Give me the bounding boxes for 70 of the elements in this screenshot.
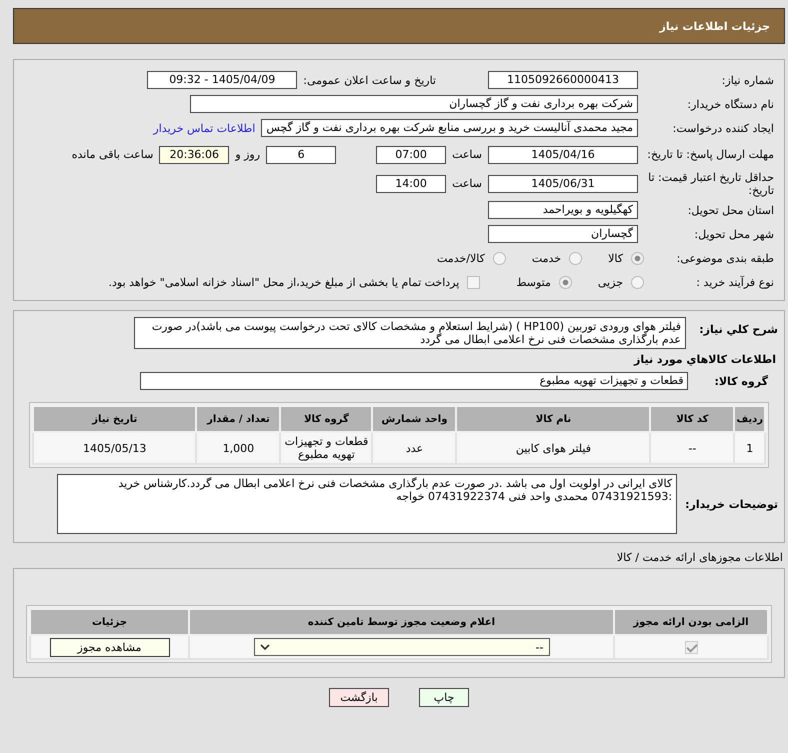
table-cell: 1,000	[196, 432, 280, 464]
field-label: مهلت ارسال پاسخ: تا تاریخ:	[646, 148, 774, 161]
field-label: توضیحات خریدار:	[685, 498, 778, 510]
column-header: کد کالا	[650, 406, 734, 432]
field-label: شهر محل تحویل:	[693, 228, 774, 240]
table-cell: 1	[734, 432, 765, 464]
field-label: طبقه بندی موضوعی:	[676, 252, 774, 264]
field-label: پرداخت تمام یا بخشی از مبلغ خرید،از محل "اسناد خزانه اسلامی" خواهد بود.	[108, 276, 460, 288]
field-label: کالا	[608, 252, 623, 264]
radio-button[interactable]	[492, 252, 506, 264]
table-cell: --	[650, 432, 734, 464]
field-label: حداقل تاریخ اعتبار قیمت: تا تاریخ:	[647, 170, 774, 196]
radio-button[interactable]	[558, 276, 572, 288]
field-label: ساعت	[452, 148, 482, 161]
field-label: ساعت	[452, 177, 482, 190]
column-header: واحد شمارش	[372, 406, 456, 432]
column-header: جزئیات	[30, 609, 189, 635]
field-value: 1405/06/31	[488, 174, 638, 192]
field-label: شرح کلي نياز:	[698, 322, 778, 336]
view-license-button[interactable]: مشاهده مجوز	[50, 638, 170, 656]
field-value: 1405/04/09 - 09:32	[147, 71, 298, 89]
table-cell: فیلتر هوای کابین	[456, 432, 650, 464]
field-label: خدمت	[532, 252, 562, 264]
field-label: تاریخ و ساعت اعلان عمومی:	[303, 74, 436, 86]
description-field: فیلتر هوای ورودی توربین (HP100 ) (شرایط استعلام و مشخصات کالای تحت درخواست پیوست می باشد)در صورت عدم بارگذاری مشخصات فنی نرخ اعلامی ابطال می گردد	[134, 317, 686, 349]
caret-icon	[260, 644, 270, 650]
field-label: ایجاد کننده درخواست:	[672, 122, 774, 134]
field-value: قطعات و تجهیزات تهویه مطبوع	[140, 372, 688, 390]
column-header: اعلام وضعیت مجوز توسط تامین کننده	[189, 609, 614, 635]
column-header: الزامی بودن ارائه مجوز	[614, 609, 768, 635]
radio-button[interactable]	[631, 252, 644, 264]
field-value: 6	[266, 146, 336, 164]
field-value: 1105092660000413	[488, 71, 638, 89]
status-dropdown[interactable]: --	[254, 638, 550, 656]
back-button[interactable]: بازگشت	[329, 688, 389, 707]
field-label: شماره نیاز:	[720, 74, 774, 86]
column-header: تاریخ نیاز	[33, 406, 196, 432]
table-cell: عدد	[372, 432, 456, 464]
contact-link[interactable]: اطلاعات تماس خریدار	[153, 122, 256, 134]
section-title: اطلاعات کالاهاي مورد نياز	[632, 352, 777, 366]
section-title: اطلاعات مجوزهای ارائه خدمت / کالا	[616, 551, 784, 564]
field-label: نام دستگاه خریدار:	[686, 98, 774, 110]
notes-field: کالای ایرانی در اولویت اول می باشد .در صورت عدم بارگذاری مشخصات فنی نرخ اعلامی ابطال می گردد.کارشناس خرید :07431921593 محمدی واحد فنی 07431922374 خواجه	[57, 474, 678, 534]
column-header: تعداد / مقدار	[196, 406, 280, 432]
field-label: نوع فرآیند خرید :	[695, 276, 774, 288]
column-header: گروه کالا	[280, 406, 372, 432]
field-value: 07:00	[376, 146, 446, 164]
field-value: گچساران	[488, 225, 638, 243]
print-button[interactable]: چاپ	[419, 688, 469, 707]
radio-button[interactable]	[631, 276, 644, 288]
column-header: ردیف	[734, 406, 765, 432]
field-label: گروه کالا:	[714, 374, 768, 388]
field-value: شرکت بهره برداری نفت و گاز گچساران	[190, 95, 638, 113]
field-value: مجید محمدی آنالیست خرید و بررسی منابع شرکت بهره برداری نفت و گاز گچس	[261, 119, 638, 137]
field-value: 1405/04/16	[488, 146, 638, 164]
page-title: جزئیات اطلاعات نیاز	[660, 20, 770, 32]
field-label: استان محل تحویل:	[686, 204, 774, 216]
field-label: کالا/خدمت	[437, 252, 485, 264]
field-label: جزیی	[598, 276, 623, 288]
table-cell: قطعات و تجهیزات تهویه مطبوع	[280, 432, 372, 464]
radio-button[interactable]	[569, 252, 582, 264]
table-cell: 1405/05/13	[33, 432, 196, 464]
field-label: متوسط	[516, 276, 551, 288]
field-value: کهگیلویه و بویراحمد	[488, 201, 638, 219]
checkbox[interactable]	[467, 276, 480, 288]
field-value: 20:36:06	[159, 146, 230, 164]
column-header: نام کالا	[456, 406, 650, 432]
field-value: 14:00	[376, 174, 446, 192]
field-label: روز و	[235, 148, 260, 161]
field-label: ساعت باقی مانده	[72, 148, 154, 161]
